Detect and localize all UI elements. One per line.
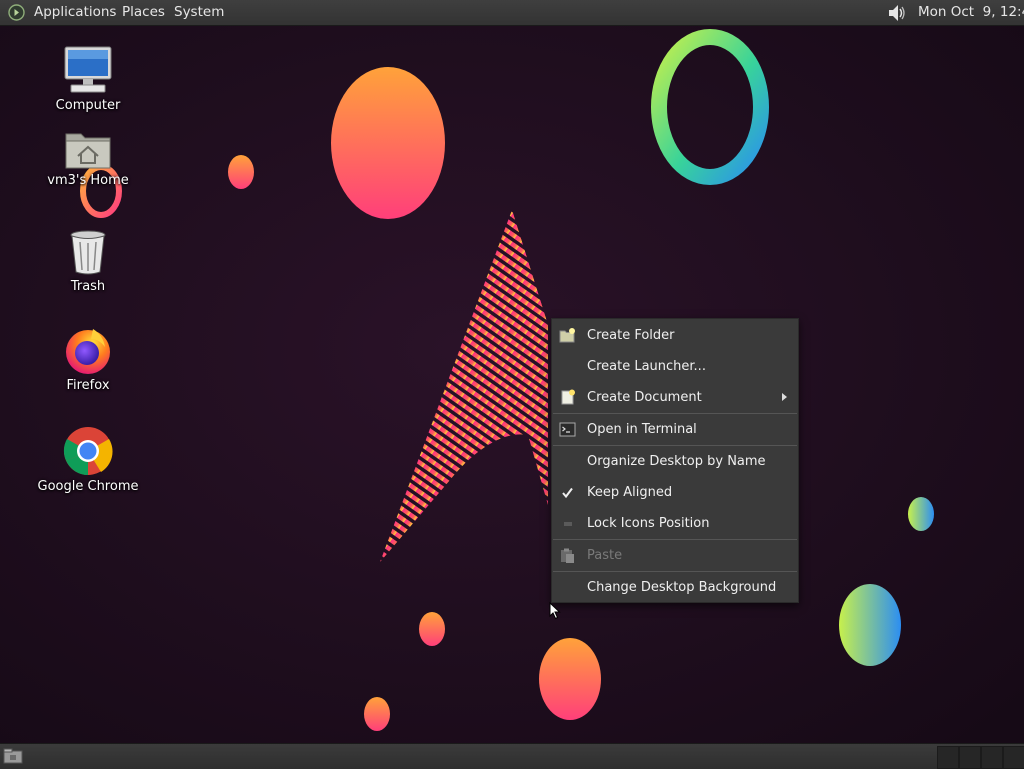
menu-item-open-in-terminal[interactable]: Open in Terminal — [552, 414, 798, 445]
clock[interactable]: Mon Oct 9, 12:47 — [918, 0, 1024, 25]
menu-item-paste: Paste — [552, 540, 798, 571]
desktop-icon-home[interactable]: vm3's Home — [33, 128, 143, 188]
menu-item-label: Open in Terminal — [587, 422, 697, 437]
menu-item-label: Paste — [587, 548, 623, 563]
computer-monitor-icon — [64, 46, 112, 93]
menu-item-lock-icons-position[interactable]: Lock Icons Position — [552, 508, 798, 539]
menu-item-create-folder[interactable]: Create Folder — [552, 320, 798, 351]
checkbox-unchecked-icon — [564, 522, 572, 526]
desktop-icon-label: Computer — [55, 98, 121, 113]
workspace-switcher-2[interactable] — [959, 746, 981, 769]
places-menu[interactable]: Places — [122, 0, 165, 25]
paste-icon — [561, 548, 574, 563]
desktop-icon-label: vm3's Home — [47, 173, 129, 188]
firefox-icon — [66, 329, 110, 374]
desktop-icon-label: Firefox — [66, 378, 110, 393]
menu-item-change-background[interactable]: Change Desktop Background — [552, 572, 798, 603]
bottom-panel — [0, 743, 1024, 769]
menu-item-create-launcher[interactable]: Create Launcher... — [552, 351, 798, 382]
app-menu-logo-icon[interactable] — [8, 4, 25, 21]
terminal-icon — [559, 422, 576, 437]
desktop-icon-computer[interactable]: Computer — [33, 45, 143, 113]
show-desktop-icon[interactable] — [3, 748, 23, 764]
desktop-icon-firefox[interactable]: Firefox — [33, 325, 143, 393]
system-menu[interactable]: System — [174, 0, 224, 25]
menu-item-label: Change Desktop Background — [587, 580, 777, 595]
trash-can-icon — [70, 230, 106, 275]
menu-item-label: Create Document — [587, 390, 702, 405]
new-document-icon — [561, 389, 575, 405]
mouse-pointer-icon — [549, 602, 561, 620]
desktop-icon-label: Trash — [70, 279, 106, 294]
menu-item-label: Organize Desktop by Name — [587, 454, 766, 469]
applications-menu[interactable]: Applications — [34, 0, 116, 25]
speaker-volume-icon[interactable] — [885, 3, 907, 23]
checkmark-icon — [562, 487, 573, 499]
menu-item-label: Keep Aligned — [587, 485, 673, 500]
menu-item-keep-aligned[interactable]: Keep Aligned — [552, 477, 798, 508]
menu-item-organize-desktop[interactable]: Organize Desktop by Name — [552, 446, 798, 477]
new-folder-icon — [559, 328, 575, 343]
menu-item-label: Create Folder — [587, 328, 675, 343]
desktop-icon-chrome[interactable]: Google Chrome — [33, 426, 143, 494]
menu-item-create-document[interactable]: Create Document — [552, 382, 798, 413]
submenu-arrow-icon — [782, 393, 787, 401]
workspace-switcher-1[interactable] — [937, 746, 959, 769]
top-panel: Applications Places System Mon Oct 9, 12… — [0, 0, 1024, 26]
home-folder-icon — [65, 133, 111, 169]
desktop-icon-label: Google Chrome — [37, 479, 139, 494]
workspace-switcher-3[interactable] — [981, 746, 1003, 769]
desktop-wallpaper — [0, 25, 1024, 743]
menu-item-label: Lock Icons Position — [587, 516, 710, 531]
desktop-icon-trash[interactable]: Trash — [33, 228, 143, 294]
desktop-context-menu: Create Folder Create Launcher... Create … — [551, 318, 799, 603]
menu-item-label: Create Launcher... — [587, 359, 706, 374]
workspace-switcher-4[interactable] — [1003, 746, 1024, 769]
chrome-icon — [63, 427, 113, 475]
